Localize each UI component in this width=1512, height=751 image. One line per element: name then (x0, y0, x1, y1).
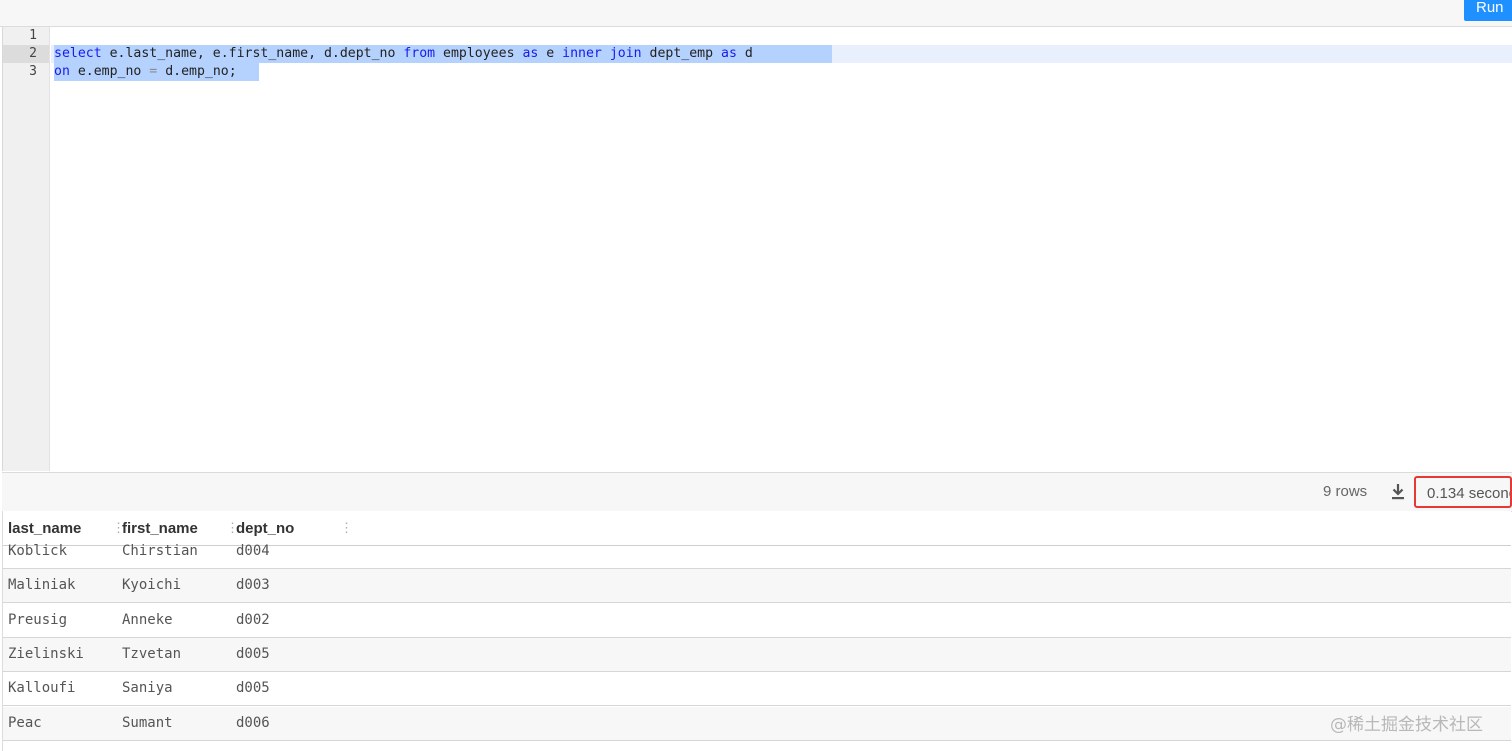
table-cell-last-name: Preusig (8, 611, 68, 628)
table-cell-last-name: Maliniak (8, 577, 76, 594)
table-row[interactable]: Koblick Chirstian d004 (3, 535, 1511, 569)
table-cell-last-name: Koblick (8, 543, 68, 559)
code-token: dept_emp (641, 46, 721, 61)
code-token: e.last_name, e.first_name, d.dept_no (101, 46, 404, 61)
sql-keyword: from (403, 46, 436, 61)
table-cell-first-name: Chirstian (122, 543, 198, 559)
table-cell-dept-no: d005 (236, 645, 270, 662)
table-row[interactable]: Kalloufi Saniya d005 (3, 672, 1511, 707)
table-cell-last-name: Peac (8, 714, 42, 731)
code-token: d.emp_no; (157, 64, 237, 79)
code-token: e (538, 46, 563, 61)
table-row[interactable]: Peac Sumant d006 (3, 706, 1511, 741)
code-token: e.emp_no (69, 64, 150, 79)
table-cell-dept-no: d004 (236, 543, 270, 559)
line-number-active: 2 (3, 45, 49, 63)
sql-keyword: on (54, 64, 70, 79)
column-menu-icon[interactable]: ⋮ (340, 520, 353, 536)
table-cell-first-name: Sumant (122, 714, 173, 731)
sql-keyword: join (609, 46, 642, 61)
code-line-3[interactable]: on e.emp_no = d.emp_no; (54, 63, 237, 81)
results-table: last_name ⋮ first_name ⋮ dept_no ⋮ Kobli… (2, 511, 1511, 751)
code-token: d (736, 46, 753, 61)
line-number: 3 (29, 64, 37, 79)
table-cell-last-name: Zielinski (8, 645, 84, 662)
table-cell-first-name: Tzvetan (122, 645, 182, 662)
table-row[interactable]: Maliniak Kyoichi d003 (3, 569, 1511, 604)
table-cell-first-name: Anneke (122, 611, 173, 628)
table-cell-first-name: Saniya (122, 680, 173, 697)
table-cell-last-name: Kalloufi (8, 680, 76, 697)
execution-time-highlight: 0.134 seconds (1414, 476, 1512, 508)
line-number-gutter: 1 2 3 (3, 27, 50, 471)
sql-keyword: select (54, 46, 102, 61)
table-row[interactable]: Preusig Anneke d002 (3, 604, 1511, 638)
sql-keyword: as (721, 46, 737, 61)
table-cell-dept-no: d006 (236, 714, 270, 731)
sql-keyword: inner (562, 46, 602, 61)
table-cell-dept-no: d003 (236, 577, 270, 594)
table-cell-dept-no: d002 (236, 611, 270, 628)
sql-editor[interactable]: 1 2 3 select e.last_name, e.first_name, … (2, 27, 1512, 471)
execution-time: 0.134 seconds (1427, 485, 1510, 502)
code-line-2[interactable]: select e.last_name, e.first_name, d.dept… (54, 45, 753, 63)
row-count: 9 rows (1323, 483, 1368, 500)
table-row[interactable]: Zielinski Tzvetan d005 (3, 637, 1511, 672)
table-cell-first-name: Kyoichi (122, 577, 182, 594)
line-number: 1 (29, 28, 37, 43)
toolbar: Run (0, 0, 1512, 27)
watermark: @稀土掘金技术社区 (1330, 715, 1483, 735)
sql-keyword: as (522, 46, 539, 61)
code-token: employees (435, 46, 523, 61)
download-icon[interactable] (1390, 483, 1406, 501)
table-cell-dept-no: d005 (236, 680, 270, 697)
result-status-bar: 9 rows 0.134 seconds (2, 472, 1512, 512)
run-button[interactable]: Run (1464, 0, 1512, 21)
